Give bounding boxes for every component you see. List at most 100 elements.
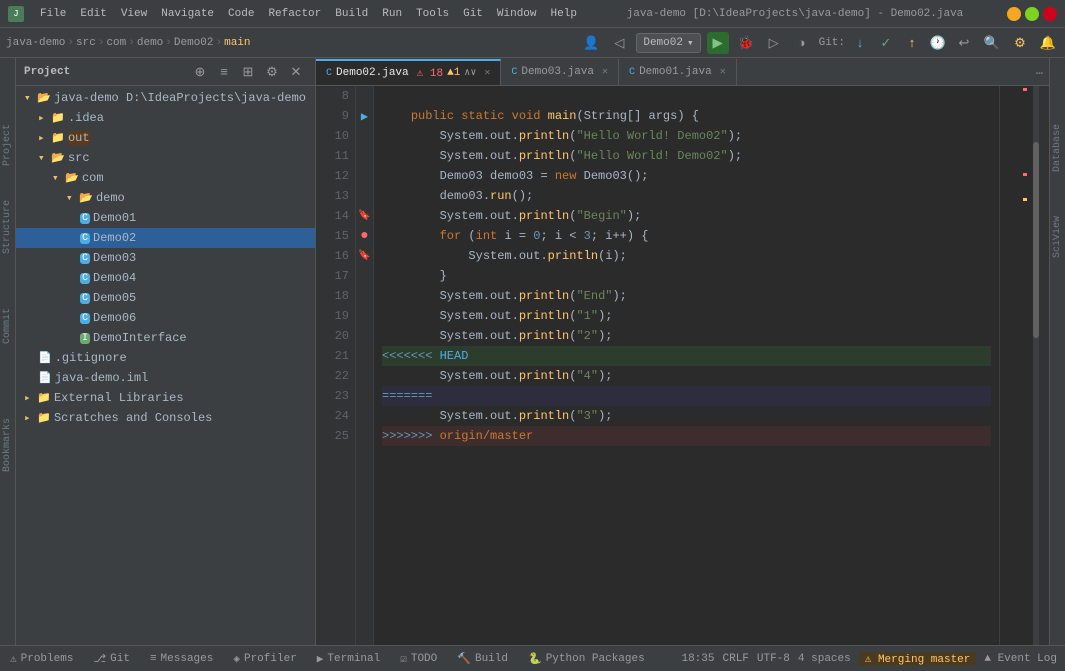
tree-item-demo06[interactable]: C Demo06 (16, 308, 315, 328)
menu-git[interactable]: Git (457, 6, 489, 22)
notifications-button[interactable]: 🔔 (1037, 32, 1059, 54)
tree-item-demo04[interactable]: C Demo04 (16, 268, 315, 288)
scrollbar-track[interactable] (1033, 86, 1039, 645)
status-charset[interactable]: UTF-8 (757, 653, 790, 665)
breadcrumb-method[interactable]: main (224, 37, 250, 49)
debug-button[interactable]: 🐞 (735, 32, 757, 54)
maximize-button[interactable] (1025, 7, 1039, 21)
status-line-ending[interactable]: CRLF (723, 653, 749, 665)
tree-item-demointerface[interactable]: I DemoInterface (16, 328, 315, 348)
tree-item-java-demo-iml[interactable]: 📄 java-demo.iml (16, 368, 315, 388)
tab-problems[interactable]: ⚠ Problems (0, 646, 83, 671)
menu-navigate[interactable]: Navigate (155, 6, 220, 22)
tree-item-demo01[interactable]: C Demo01 (16, 208, 315, 228)
tab-demo01[interactable]: C Demo01.java ✕ (619, 59, 737, 85)
search-everywhere-button[interactable]: 🔍 (981, 32, 1003, 54)
menu-window[interactable]: Window (491, 6, 543, 22)
git-history-button[interactable]: 🕐 (927, 32, 949, 54)
tab-git[interactable]: ⎇ Git (83, 646, 140, 671)
menu-edit[interactable]: Edit (74, 6, 112, 22)
run-arrow[interactable]: ▶ (361, 109, 368, 124)
tree-item--gitignore[interactable]: 📄 .gitignore (16, 348, 315, 368)
breadcrumb-project[interactable]: java-demo (6, 37, 65, 49)
panel-settings-button[interactable]: ⚙ (261, 61, 283, 83)
sciview-panel-label[interactable]: SciView (1050, 210, 1065, 264)
tree-item-external-libraries[interactable]: ▸ 📁 External Libraries (16, 388, 315, 408)
tab-close-demo01[interactable]: ✕ (720, 66, 726, 78)
code-editor[interactable]: 8910111213141516171819202122232425 ▶🔖●🔖 … (316, 86, 1049, 645)
tree-item-com[interactable]: ▾ 📂 com (16, 168, 315, 188)
status-indent[interactable]: 4 spaces (798, 653, 851, 665)
panel-header-icons[interactable]: ⊕ ≡ ⊞ ⚙ ✕ (189, 61, 307, 83)
breadcrumb-com[interactable]: com (106, 37, 126, 49)
tab-todo[interactable]: ☑ TODO (390, 646, 447, 671)
tree-item-src[interactable]: ▾ 📂 src (16, 148, 315, 168)
tab-close-demo03[interactable]: ✕ (602, 66, 608, 78)
tree-item-demo05[interactable]: C Demo05 (16, 288, 315, 308)
panel-sort-button[interactable]: ⊞ (237, 61, 259, 83)
close-button[interactable] (1043, 7, 1057, 21)
tab-profiler[interactable]: ◈ Profiler (223, 646, 306, 671)
user-icon[interactable]: 👤 (580, 32, 602, 54)
database-panel-label[interactable]: Database (1050, 118, 1065, 178)
git-push-button[interactable]: ↑ (901, 32, 923, 54)
minimize-button[interactable] (1007, 7, 1021, 21)
tab-build[interactable]: 🔨 Build (447, 646, 518, 671)
git-update-button[interactable]: ↓ (849, 32, 871, 54)
editor-scrollbar[interactable] (999, 86, 1049, 645)
tree-item-demo[interactable]: ▾ 📂 demo (16, 188, 315, 208)
undo-button[interactable]: ↩ (953, 32, 975, 54)
tree-item-demo03[interactable]: C Demo03 (16, 248, 315, 268)
menu-tools[interactable]: Tools (410, 6, 455, 22)
structure-panel-label[interactable]: Structure (0, 194, 15, 260)
menu-code[interactable]: Code (222, 6, 260, 22)
scrollbar-thumb[interactable] (1033, 142, 1039, 338)
project-panel-label[interactable]: Project (0, 118, 15, 172)
line-num-25: 25 (322, 426, 349, 446)
tab-close-demo02[interactable]: ✕ (484, 67, 490, 79)
profile-button[interactable]: ◑ (791, 32, 813, 54)
coverage-button[interactable]: ▷ (763, 32, 785, 54)
run-button[interactable]: ▶ (707, 32, 729, 54)
breadcrumb-src[interactable]: src (76, 37, 96, 49)
tab-messages[interactable]: ≡ Messages (140, 646, 223, 671)
status-event-log[interactable]: ▲ Event Log (984, 653, 1057, 665)
panel-collapse-button[interactable]: ≡ (213, 61, 235, 83)
project-tree[interactable]: ▾ 📂 java-demo D:\IdeaProjects\java-demo▸… (16, 86, 315, 645)
menu-build[interactable]: Build (329, 6, 374, 22)
menu-bar[interactable]: File Edit View Navigate Code Refactor Bu… (34, 6, 583, 22)
tab-python-packages[interactable]: 🐍 Python Packages (518, 646, 655, 671)
breadcrumb-file[interactable]: Demo02 (174, 37, 214, 49)
tab-demo02[interactable]: C Demo02.java ⚠ 18 ▲1 ∧∨ ✕ (316, 59, 501, 85)
run-config-dropdown[interactable]: Demo02 ▾ (636, 33, 700, 53)
breadcrumb-demo[interactable]: demo (137, 37, 163, 49)
status-merge[interactable]: ⚠ Merging master (859, 652, 977, 666)
tab-demo03[interactable]: C Demo03.java ✕ (501, 59, 619, 85)
menu-file[interactable]: File (34, 6, 72, 22)
commit-panel-label[interactable]: Commit (0, 302, 15, 350)
tree-label-DemoInterface: DemoInterface (93, 331, 187, 345)
tree-item-scratches-and-consoles[interactable]: ▸ 📁 Scratches and Consoles (16, 408, 315, 428)
bookmarks-panel-label[interactable]: Bookmarks (0, 412, 15, 478)
settings-button[interactable]: ⚙ (1009, 32, 1031, 54)
tabs-overflow[interactable]: ⋯ (1030, 62, 1049, 85)
breakpoint-marker[interactable]: ● (360, 228, 368, 244)
tab-terminal[interactable]: ▶ Terminal (307, 646, 390, 671)
code-line-20: System.out.println("2"); (382, 326, 991, 346)
window-controls[interactable] (1007, 7, 1057, 21)
menu-view[interactable]: View (115, 6, 153, 22)
tree-item--idea[interactable]: ▸ 📁 .idea (16, 108, 315, 128)
tree-item-java-demo[interactable]: ▾ 📂 java-demo D:\IdeaProjects\java-demo (16, 88, 315, 108)
menu-run[interactable]: Run (376, 6, 408, 22)
back-icon[interactable]: ◁ (608, 32, 630, 54)
panel-new-button[interactable]: ⊕ (189, 61, 211, 83)
menu-help[interactable]: Help (545, 6, 583, 22)
panel-close-button[interactable]: ✕ (285, 61, 307, 83)
menu-refactor[interactable]: Refactor (262, 6, 327, 22)
tab-arrows[interactable]: ∧∨ (464, 67, 476, 79)
git-commit-button[interactable]: ✓ (875, 32, 897, 54)
tab-label-demo03: Demo03.java (521, 66, 594, 78)
code-content[interactable]: public static void main(String[] args) {… (374, 86, 999, 645)
tree-item-demo02[interactable]: C Demo02 (16, 228, 315, 248)
tree-item-out[interactable]: ▸ 📁 out (16, 128, 315, 148)
